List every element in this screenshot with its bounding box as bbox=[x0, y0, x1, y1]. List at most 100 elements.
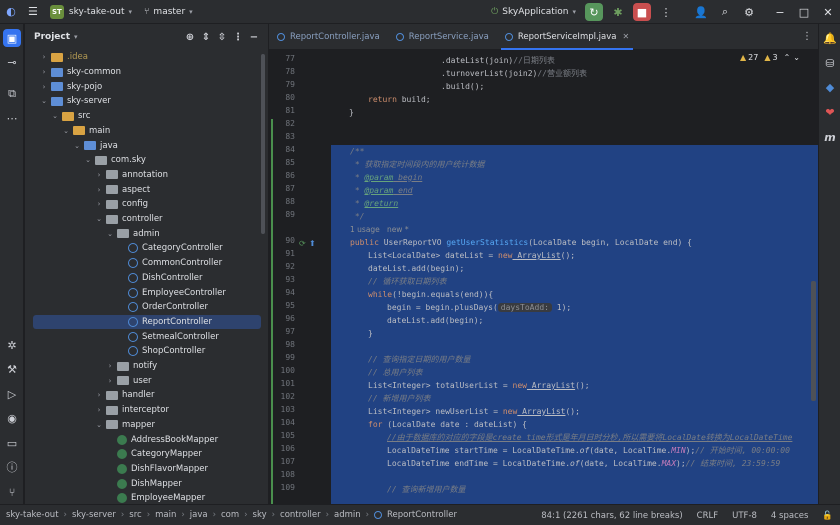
tree-item[interactable]: AddressBookMapper bbox=[25, 432, 261, 447]
chevron-up-icon[interactable]: ⌃ bbox=[784, 53, 791, 62]
run-gutter-icon[interactable]: ⟳ bbox=[299, 239, 306, 248]
breadcrumb-item[interactable]: src bbox=[129, 510, 141, 520]
tree-item[interactable]: ShopController bbox=[25, 344, 261, 359]
stop-button[interactable]: ■ bbox=[633, 3, 651, 21]
project-panel-title[interactable]: Project bbox=[34, 32, 70, 42]
more-icon[interactable]: ⋯ bbox=[3, 109, 21, 127]
chevron-down-icon[interactable]: ⌄ bbox=[61, 127, 71, 135]
services-icon[interactable]: ▷ bbox=[3, 385, 21, 403]
chevron-down-icon[interactable]: ⌄ bbox=[94, 421, 104, 429]
tree-item[interactable]: ⌄ src bbox=[25, 109, 261, 124]
tree-item[interactable]: ⌄ mapper bbox=[25, 418, 261, 433]
breadcrumb-item[interactable]: admin bbox=[334, 510, 361, 520]
breadcrumb-item[interactable]: sky bbox=[253, 510, 267, 520]
tree-item[interactable]: CategoryMapper bbox=[25, 447, 261, 462]
breadcrumb-item[interactable]: java bbox=[190, 510, 208, 520]
more-tabs-icon[interactable]: ⋮ bbox=[802, 31, 812, 42]
more-actions-icon[interactable]: ⋮ bbox=[657, 3, 675, 21]
tree-item[interactable]: ⌄ main bbox=[25, 124, 261, 139]
locate-icon[interactable]: ⊕ bbox=[182, 32, 198, 43]
notifications-bell-icon[interactable]: 🔔 bbox=[821, 29, 839, 47]
tree-item[interactable]: OrderController bbox=[25, 300, 261, 315]
run-icon[interactable]: ◉ bbox=[3, 409, 21, 427]
chevron-down-icon[interactable]: ⌄ bbox=[105, 230, 115, 238]
debug-bug-icon[interactable]: ✲ bbox=[3, 336, 21, 354]
chevron-down-icon[interactable]: ⌄ bbox=[94, 215, 104, 223]
breadcrumb-item[interactable]: ReportController bbox=[387, 510, 457, 520]
expand-all-icon[interactable]: ⇕ bbox=[198, 32, 214, 43]
chevron-down-icon[interactable]: ⌄ bbox=[39, 97, 49, 105]
tree-item[interactable]: DishFlavorMapper bbox=[25, 462, 261, 477]
rerun-button[interactable]: ↻ bbox=[585, 3, 603, 21]
close-tab-icon[interactable]: ✕ bbox=[623, 32, 630, 41]
tree-item[interactable]: › notify bbox=[25, 359, 261, 374]
tree-item[interactable]: › annotation bbox=[25, 168, 261, 183]
close-icon[interactable]: ✕ bbox=[819, 3, 837, 21]
tree-item[interactable]: › sky-common bbox=[25, 65, 261, 80]
build-hammer-icon[interactable]: ⚒ bbox=[3, 360, 21, 378]
chevron-right-icon[interactable]: › bbox=[105, 362, 115, 370]
chevron-right-icon[interactable]: › bbox=[94, 391, 104, 399]
project-switcher[interactable]: ST sky-take-out ▾ bbox=[44, 0, 138, 24]
breadcrumb-item[interactable]: main bbox=[155, 510, 176, 520]
code-editor[interactable]: 77 78 79 80 81 82 83 84 85 86 87 88 89 90 91 92 93 94 95 96… bbox=[269, 51, 818, 504]
chevron-down-icon[interactable]: ⌄ bbox=[72, 142, 82, 150]
minimize-icon[interactable]: − bbox=[771, 3, 789, 21]
breadcrumb-item[interactable]: sky-server bbox=[72, 510, 116, 520]
tab-reportcontroller[interactable]: ReportController.java bbox=[269, 24, 388, 50]
tree-item[interactable]: › user bbox=[25, 373, 261, 388]
tree-item[interactable]: › sky-pojo bbox=[25, 79, 261, 94]
problems-icon[interactable]: ⓘ bbox=[3, 458, 21, 476]
plugin-red-icon[interactable]: ❤ bbox=[821, 103, 839, 121]
breadcrumb-item[interactable]: controller bbox=[280, 510, 321, 520]
chevron-right-icon[interactable]: › bbox=[39, 53, 49, 61]
cursor-position[interactable]: 84:1 (2261 chars, 62 line breaks) bbox=[541, 511, 682, 521]
tree-item[interactable]: CommonController bbox=[25, 256, 261, 271]
app-logo-icon[interactable]: ◐ bbox=[0, 0, 22, 24]
editor-scrollbar[interactable] bbox=[811, 281, 816, 401]
tab-reportserviceimpl[interactable]: ReportServiceImpl.java ✕ bbox=[497, 24, 637, 50]
chevron-down-icon[interactable]: ⌄ bbox=[793, 53, 800, 62]
chevron-down-icon[interactable]: ▾ bbox=[74, 33, 78, 41]
tree-item[interactable]: CategoryController bbox=[25, 241, 261, 256]
usages-inlay-hint[interactable]: 1 usage new * bbox=[350, 223, 409, 236]
tree-item[interactable]: › .idea bbox=[25, 50, 261, 65]
lock-icon[interactable]: 🔓 bbox=[822, 511, 833, 521]
code-area[interactable]: .dateList(join)//日期列表 .turnoverList(join… bbox=[331, 51, 818, 504]
tree-item[interactable]: › handler bbox=[25, 388, 261, 403]
tree-item[interactable]: EmployeeController bbox=[25, 285, 261, 300]
chevron-right-icon[interactable]: › bbox=[39, 83, 49, 91]
chevron-right-icon[interactable]: › bbox=[94, 406, 104, 414]
tree-item[interactable]: ⌄ java bbox=[25, 138, 261, 153]
file-encoding[interactable]: UTF-8 bbox=[732, 511, 757, 521]
project-folder-icon[interactable]: ▣ bbox=[3, 29, 21, 47]
tree-item[interactable]: DishController bbox=[25, 271, 261, 286]
tree-item[interactable]: › aspect bbox=[25, 182, 261, 197]
chevron-down-icon[interactable]: ⌄ bbox=[83, 156, 93, 164]
structure-icon[interactable]: ⧉ bbox=[3, 85, 21, 103]
tree-item-selected[interactable]: ReportController bbox=[33, 314, 261, 330]
main-menu-icon[interactable]: ☰ bbox=[22, 0, 44, 24]
tree-item[interactable]: › interceptor bbox=[25, 403, 261, 418]
database-icon[interactable]: ⛁ bbox=[821, 54, 839, 72]
collapse-all-icon[interactable]: ⇳ bbox=[214, 32, 230, 43]
run-config-selector[interactable]: ⏻ SkyApplication ▾ bbox=[485, 0, 582, 24]
hide-icon[interactable]: − bbox=[246, 32, 262, 43]
gear-icon[interactable]: ⚙ bbox=[740, 3, 758, 21]
tree-item[interactable]: ⌄ com.sky bbox=[25, 153, 261, 168]
commit-icon[interactable]: ⊸ bbox=[3, 53, 21, 71]
options-icon[interactable]: ⋮ bbox=[230, 32, 246, 43]
project-scrollbar[interactable] bbox=[261, 54, 265, 234]
inspection-widget[interactable]: ▲ 27 ▲ 3 ⌃ ⌄ bbox=[740, 53, 800, 62]
indent-setting[interactable]: 4 spaces bbox=[771, 511, 808, 521]
chevron-down-icon[interactable]: ⌄ bbox=[50, 112, 60, 120]
maven-icon[interactable]: m bbox=[821, 128, 839, 146]
branch-switcher[interactable]: ⑂ master ▾ bbox=[138, 0, 199, 24]
chevron-right-icon[interactable]: › bbox=[94, 200, 104, 208]
maximize-icon[interactable]: □ bbox=[795, 3, 813, 21]
tree-item[interactable]: EmployeeMapper bbox=[25, 491, 261, 504]
chevron-right-icon[interactable]: › bbox=[94, 186, 104, 194]
breadcrumb-item[interactable]: sky-take-out bbox=[6, 510, 59, 520]
tab-reportservice[interactable]: ReportService.java bbox=[388, 24, 497, 50]
tree-item[interactable]: SetmealController bbox=[25, 329, 261, 344]
